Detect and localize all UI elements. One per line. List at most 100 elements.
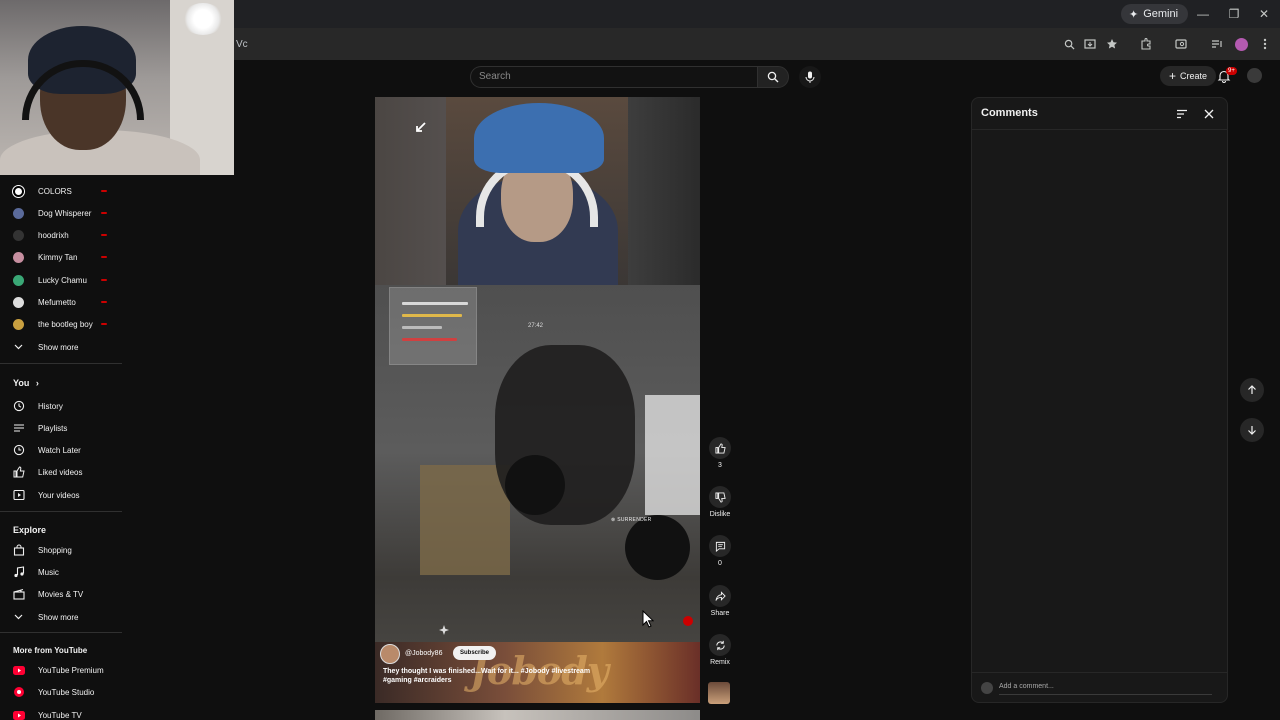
sidebar-divider bbox=[0, 632, 122, 633]
channel-avatar bbox=[12, 184, 25, 198]
sidebar-item-label: Kimmy Tan bbox=[38, 252, 78, 262]
sidebar-subscription-the-bootleg-boy[interactable]: the bootleg boy bbox=[0, 314, 122, 334]
close-icon[interactable] bbox=[1202, 107, 1216, 121]
sidebar-item-history[interactable]: History bbox=[0, 396, 122, 416]
add-comment-input[interactable]: Add a comment... bbox=[999, 681, 1212, 695]
tab-search-icon[interactable] bbox=[1173, 36, 1189, 52]
sidebar-item-label: Your videos bbox=[38, 490, 80, 500]
extensions-icon[interactable] bbox=[1138, 36, 1154, 52]
youtube-studio-icon bbox=[12, 686, 25, 699]
sparkle-icon: ✦ bbox=[1129, 8, 1139, 21]
sidebar-subscription-hoodrixh[interactable]: hoodrixh bbox=[0, 225, 122, 245]
media-controls-icon[interactable] bbox=[1209, 36, 1225, 52]
account-avatar[interactable] bbox=[1247, 68, 1262, 83]
minimize-player-icon[interactable] bbox=[413, 121, 427, 135]
sidebar-item-your-videos[interactable]: Your videos bbox=[0, 485, 122, 505]
streamer-webcam bbox=[446, 97, 628, 285]
sidebar-item-youtube-studio[interactable]: YouTube Studio bbox=[0, 682, 122, 702]
dislike-label: Dislike bbox=[709, 511, 731, 518]
surrender-label: SURRENDER bbox=[617, 517, 652, 523]
sidebar-item-label: Lucky Chamu bbox=[38, 275, 87, 285]
previous-short-button[interactable] bbox=[1240, 378, 1264, 402]
video-title[interactable]: They thought I was finished...Wait for i… bbox=[383, 667, 603, 685]
sidebar-subscription-dog-whisperer[interactable]: Dog Whisperer bbox=[0, 203, 122, 223]
sidebar-divider bbox=[0, 511, 122, 512]
live-indicator bbox=[101, 323, 107, 325]
thumbs-down-icon bbox=[709, 486, 731, 508]
share-icon bbox=[709, 585, 731, 607]
you-section-heading[interactable]: You › bbox=[13, 378, 39, 388]
sidebar-subscription-lucky-chamu[interactable]: Lucky Chamu bbox=[0, 270, 122, 290]
live-indicator bbox=[101, 190, 107, 192]
explore-show-more[interactable]: Show more bbox=[0, 607, 122, 627]
next-short-preview[interactable] bbox=[375, 710, 700, 720]
sound-thumbnail[interactable] bbox=[708, 682, 730, 704]
sidebar-item-movies-tv[interactable]: Movies & TV bbox=[0, 584, 122, 604]
channel-avatar bbox=[13, 251, 24, 263]
sidebar-item-youtube-tv[interactable]: YouTube TV bbox=[0, 705, 122, 720]
sidebar-item-label: Liked videos bbox=[38, 467, 83, 477]
gemini-button[interactable]: ✦ Gemini bbox=[1121, 4, 1189, 24]
chevron-right-icon: › bbox=[35, 378, 39, 388]
minimize-icon[interactable]: — bbox=[1195, 6, 1211, 22]
user-avatar bbox=[981, 682, 993, 694]
voice-search-button[interactable] bbox=[799, 66, 821, 88]
sidebar-subscription-colors[interactable]: COLORS bbox=[0, 181, 122, 201]
sidebar-subscription-kimmy-tan[interactable]: Kimmy Tan bbox=[0, 247, 122, 267]
sidebar-item-label: Shopping bbox=[38, 545, 72, 555]
comment-count: 0 bbox=[718, 560, 722, 567]
like-button[interactable]: 3 bbox=[706, 437, 734, 469]
sort-icon[interactable] bbox=[1175, 107, 1189, 121]
restore-icon[interactable]: ❐ bbox=[1226, 6, 1242, 22]
explore-section-heading: Explore bbox=[13, 525, 47, 535]
install-app-icon[interactable] bbox=[1082, 36, 1098, 52]
channel-avatar bbox=[13, 274, 24, 286]
mouse-cursor-icon bbox=[642, 610, 654, 628]
clapper-icon bbox=[12, 588, 25, 601]
bookmark-star-icon[interactable] bbox=[1104, 36, 1120, 52]
sidebar-item-music[interactable]: Music bbox=[0, 562, 122, 582]
sidebar-item-shopping[interactable]: Shopping bbox=[0, 540, 122, 560]
create-button[interactable]: + Create bbox=[1160, 66, 1217, 86]
live-indicator bbox=[101, 256, 107, 258]
notification-badge: 9+ bbox=[1226, 67, 1237, 75]
search-input[interactable]: Search bbox=[470, 66, 758, 88]
sidebar-item-label: Mefumetto bbox=[38, 297, 76, 307]
channel-name[interactable]: @Jobody86 bbox=[405, 650, 442, 657]
playlists-icon bbox=[12, 422, 25, 435]
arrow-down-icon bbox=[1248, 426, 1256, 435]
remix-button[interactable]: Remix bbox=[706, 634, 734, 666]
channel-avatar[interactable] bbox=[380, 644, 400, 664]
live-indicator bbox=[101, 279, 107, 281]
sidebar: COLORS Dog Whisperer hoodrixh Kimmy Tan … bbox=[0, 180, 122, 720]
sparkle-icon bbox=[439, 625, 449, 635]
game-hud-squad-panel bbox=[389, 287, 477, 365]
sidebar-item-label: Watch Later bbox=[38, 445, 81, 455]
subscriptions-show-more[interactable]: Show more bbox=[0, 337, 122, 357]
zoom-icon[interactable] bbox=[1061, 36, 1077, 52]
search-button[interactable] bbox=[757, 66, 789, 88]
sidebar-item-watch-later[interactable]: Watch Later bbox=[0, 440, 122, 460]
comments-button[interactable]: 0 bbox=[706, 535, 734, 567]
sidebar-item-label: YouTube Premium bbox=[38, 665, 104, 675]
sidebar-item-liked-videos[interactable]: Liked videos bbox=[0, 462, 122, 482]
subscribe-button[interactable]: Subscribe bbox=[453, 646, 497, 660]
clock-icon bbox=[12, 444, 25, 457]
live-indicator bbox=[101, 301, 107, 303]
comments-divider bbox=[972, 129, 1227, 130]
sidebar-item-label: YouTube Studio bbox=[38, 687, 95, 697]
sidebar-divider bbox=[0, 363, 122, 364]
browser-menu-icon[interactable] bbox=[1257, 36, 1273, 52]
address-bar[interactable]: Vc bbox=[236, 39, 248, 50]
share-button[interactable]: Share bbox=[706, 585, 734, 617]
sidebar-subscription-mefumetto[interactable]: Mefumetto bbox=[0, 292, 122, 312]
next-short-button[interactable] bbox=[1240, 418, 1264, 442]
dislike-button[interactable]: Dislike bbox=[706, 486, 734, 518]
plus-icon: + bbox=[1169, 69, 1177, 83]
close-window-icon[interactable]: ✕ bbox=[1256, 6, 1272, 22]
sidebar-item-youtube-premium[interactable]: YouTube Premium bbox=[0, 660, 122, 680]
profile-avatar-icon[interactable] bbox=[1233, 36, 1249, 52]
sidebar-item-playlists[interactable]: Playlists bbox=[0, 418, 122, 438]
add-comment-row: Add a comment... bbox=[972, 672, 1227, 702]
chevron-down-icon bbox=[12, 341, 25, 354]
